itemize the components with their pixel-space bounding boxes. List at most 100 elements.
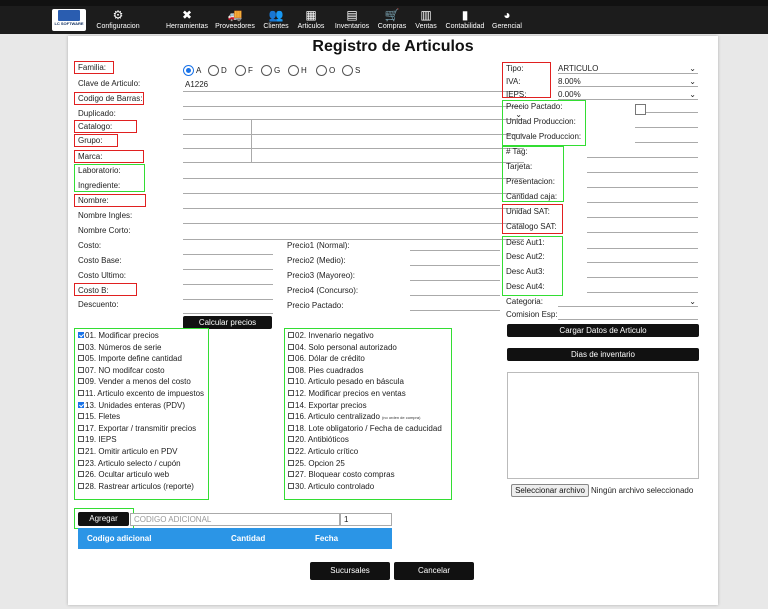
notes-textarea[interactable] bbox=[507, 372, 699, 479]
option-checkbox[interactable] bbox=[288, 343, 294, 350]
option-row[interactable]: 19. IEPS bbox=[78, 435, 117, 445]
categoria-select[interactable]: ⌄ bbox=[558, 296, 698, 307]
nav-proveedores[interactable]: 🚚 Proveedores bbox=[213, 8, 257, 32]
agregar-button[interactable]: Agregar bbox=[78, 512, 129, 526]
nav-clientes[interactable]: 👥 Clientes bbox=[261, 8, 291, 32]
option-checkbox[interactable] bbox=[78, 378, 84, 385]
option-checkbox[interactable] bbox=[78, 459, 84, 466]
option-checkbox[interactable] bbox=[288, 366, 294, 373]
option-checkbox[interactable] bbox=[78, 471, 84, 478]
dias-inventario-button[interactable]: Dias de inventario bbox=[507, 348, 699, 361]
field-group5-3[interactable] bbox=[587, 292, 698, 293]
option-checkbox[interactable] bbox=[288, 401, 294, 408]
option-row[interactable]: 10. Articulo pesado en báscula bbox=[288, 377, 404, 387]
field-group5-2[interactable] bbox=[587, 277, 698, 278]
precio-field-1[interactable] bbox=[410, 250, 500, 251]
option-row[interactable]: 14. Exportar precios bbox=[288, 401, 367, 411]
option-row[interactable]: 07. NO modifcar costo bbox=[78, 366, 165, 376]
option-checkbox[interactable] bbox=[288, 390, 294, 396]
option-checkbox[interactable] bbox=[78, 413, 84, 420]
descuento-field[interactable] bbox=[183, 313, 273, 314]
nav-configuracion[interactable]: ⚙ Configuracion bbox=[96, 8, 140, 32]
nav-contabilidad[interactable]: ▮ Contabilidad bbox=[444, 8, 486, 32]
comision-field[interactable] bbox=[558, 319, 698, 320]
familia-radio-a[interactable] bbox=[183, 65, 194, 76]
option-checkbox[interactable] bbox=[78, 390, 84, 396]
familia-radio-h[interactable] bbox=[288, 65, 299, 76]
option-checkbox[interactable] bbox=[288, 448, 294, 454]
option-row[interactable]: 05. Importe define cantidad bbox=[78, 354, 182, 364]
option-checkbox[interactable] bbox=[288, 482, 294, 489]
codigo-barras-field[interactable] bbox=[183, 106, 523, 107]
field-group3-1[interactable] bbox=[587, 172, 698, 173]
clave-articulo-field[interactable] bbox=[183, 91, 523, 92]
ieps-select[interactable]: 0.00% ⌄ bbox=[558, 89, 698, 100]
precio-pactado-checkbox[interactable] bbox=[635, 104, 646, 115]
option-row[interactable]: 13. Unidades enteras (PDV) bbox=[78, 401, 185, 411]
familia-radio-d[interactable] bbox=[208, 65, 219, 76]
option-checkbox[interactable] bbox=[288, 413, 294, 420]
option-checkbox[interactable] bbox=[288, 332, 294, 338]
option-row[interactable]: 26. Ocultar articulo web bbox=[78, 470, 169, 480]
option-row[interactable]: 17. Exportar / transmitir precios bbox=[78, 424, 196, 434]
field-group3-3[interactable] bbox=[587, 202, 698, 203]
tipo-select[interactable]: ARTICULO ⌄ bbox=[558, 63, 698, 74]
option-row[interactable]: 18. Lote obligatorio / Fecha de caducida… bbox=[288, 424, 442, 434]
option-row[interactable]: 30. Articulo controlado bbox=[288, 482, 374, 492]
option-checkbox[interactable] bbox=[288, 378, 294, 385]
option-row[interactable]: 23. Articulo selecto / cupón bbox=[78, 459, 181, 469]
nav-gerencial[interactable]: ◕ Gerencial bbox=[492, 8, 522, 32]
nav-articulos[interactable]: ▦ Articulos bbox=[295, 8, 327, 32]
field-group4-0[interactable] bbox=[587, 217, 698, 218]
option-row[interactable]: 21. Omitir articulo en PDV bbox=[78, 447, 177, 457]
option-row[interactable]: 06. Dólar de crédito bbox=[288, 354, 365, 364]
field-group3-0[interactable] bbox=[587, 157, 698, 158]
familia-radio-g[interactable] bbox=[261, 65, 272, 76]
costo-field[interactable] bbox=[183, 254, 273, 255]
option-row[interactable]: 01. Modificar precios bbox=[78, 331, 159, 341]
option-checkbox[interactable] bbox=[78, 424, 84, 431]
option-checkbox[interactable] bbox=[78, 482, 84, 489]
nav-herramientas[interactable]: ✖ Herramientas bbox=[164, 8, 210, 32]
option-checkbox[interactable] bbox=[78, 448, 84, 454]
costo-ultimo-field[interactable] bbox=[183, 284, 273, 285]
option-checkbox[interactable] bbox=[288, 459, 294, 466]
nav-inventarios[interactable]: ▤ Inventarios bbox=[331, 8, 373, 32]
option-row[interactable]: 09. Vender a menos del costo bbox=[78, 377, 191, 387]
familia-radio-s[interactable] bbox=[342, 65, 353, 76]
field-group3-2[interactable] bbox=[587, 187, 698, 188]
option-row[interactable]: 25. Opcion 25 bbox=[288, 459, 345, 469]
field-group2-2[interactable] bbox=[635, 142, 698, 143]
option-row[interactable]: 12. Modificar precios en ventas bbox=[288, 389, 406, 399]
option-checkbox[interactable] bbox=[288, 424, 294, 431]
precio-field-3[interactable] bbox=[410, 280, 500, 281]
option-row[interactable]: 03. Números de serie bbox=[78, 343, 161, 353]
option-row[interactable]: 28. Rastrear articulos (reporte) bbox=[78, 482, 194, 492]
brand-logo[interactable]: LC SOFTWARE bbox=[52, 9, 86, 31]
option-row[interactable]: 15. Fletes bbox=[78, 412, 120, 422]
duplicado-select[interactable]: ⌄ bbox=[183, 109, 524, 120]
iva-select[interactable]: 8.00% ⌄ bbox=[558, 76, 698, 87]
option-checkbox[interactable] bbox=[78, 355, 84, 362]
cargar-datos-button[interactable]: Cargar Datos de Articulo bbox=[507, 324, 699, 337]
costo-base-field[interactable] bbox=[183, 269, 273, 270]
costo-b-field[interactable] bbox=[183, 299, 273, 300]
option-checkbox[interactable] bbox=[78, 401, 84, 408]
sucursales-button[interactable]: Sucursales bbox=[310, 562, 390, 580]
option-checkbox[interactable] bbox=[288, 355, 294, 362]
field-group4-1[interactable] bbox=[587, 232, 698, 233]
familia-radio-f[interactable] bbox=[235, 65, 246, 76]
option-checkbox[interactable] bbox=[78, 366, 84, 373]
option-row[interactable]: 02. Invenario negativo bbox=[288, 331, 374, 341]
cantidad-input[interactable]: 1 bbox=[340, 513, 392, 526]
precio-field-2[interactable] bbox=[410, 265, 500, 266]
option-row[interactable]: 22. Articulo crítico bbox=[288, 447, 358, 457]
precio-field-5[interactable] bbox=[410, 310, 500, 311]
nav-compras[interactable]: 🛒 Compras bbox=[376, 8, 408, 32]
option-checkbox[interactable] bbox=[288, 471, 294, 478]
option-checkbox[interactable] bbox=[288, 436, 294, 443]
option-checkbox[interactable] bbox=[78, 332, 84, 338]
option-row[interactable]: 11. Articulo excento de impuestos bbox=[78, 389, 204, 399]
familia-radio-o[interactable] bbox=[316, 65, 327, 76]
option-row[interactable]: 04. Solo personal autorizado bbox=[288, 343, 397, 353]
